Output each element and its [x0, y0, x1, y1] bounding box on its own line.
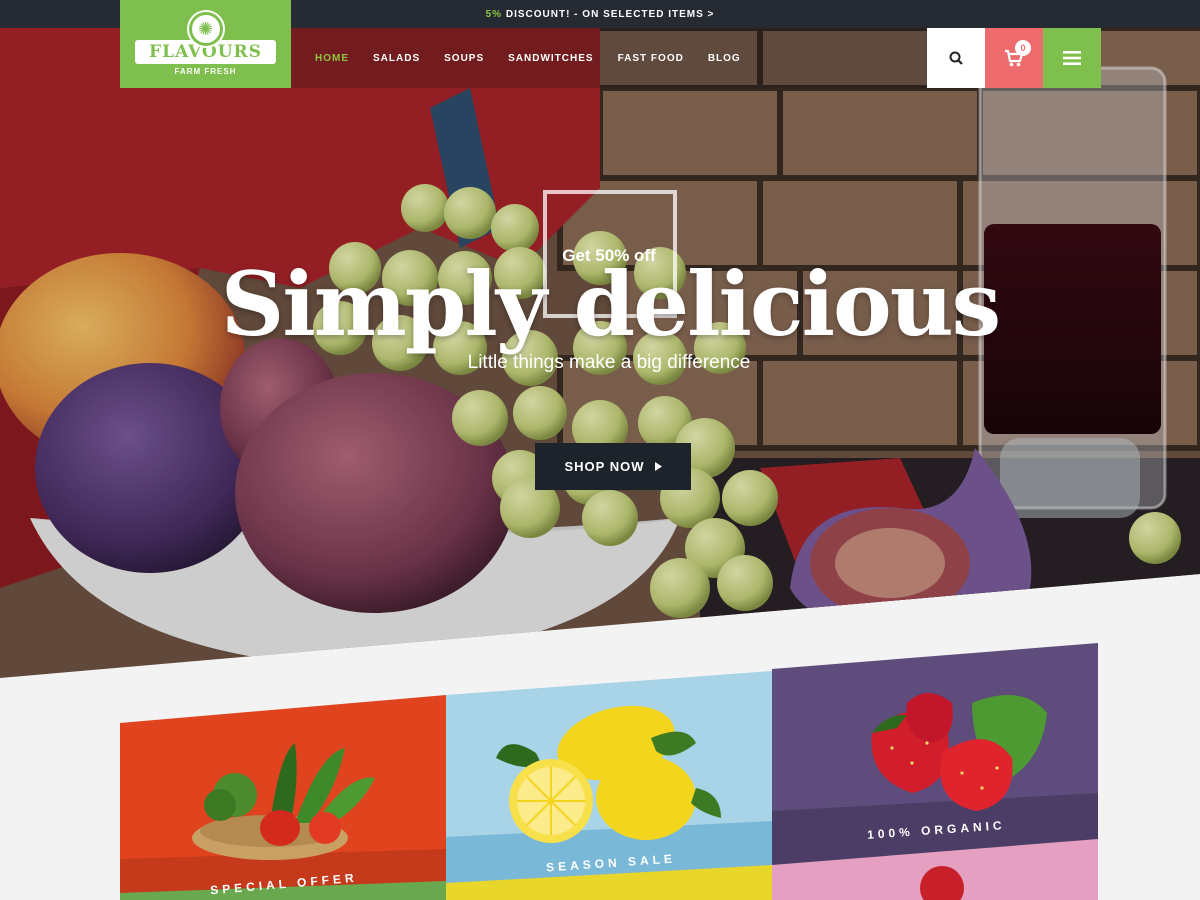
tile-special-offer[interactable]: SPECIAL OFFER [120, 643, 446, 900]
nav-item-blog[interactable]: BLOG [708, 53, 741, 64]
nav-item-sandwitches[interactable]: SANDWITCHES [508, 53, 593, 64]
hero-subtitle: Little things make a big difference [467, 352, 751, 373]
hero-title: Simply delicious [220, 252, 1001, 356]
promo-link[interactable]: 5% DISCOUNT! - ON SELECTED ITEMS > [486, 9, 715, 20]
main-nav: HOME SALADS SOUPS SANDWITCHES FAST FOOD … [291, 28, 927, 88]
cart-count-badge: 0 [1015, 40, 1031, 56]
hamburger-icon [1063, 51, 1081, 65]
caret-right-icon [654, 462, 662, 471]
tile-special-offer-art [120, 695, 446, 900]
tile-season-sale[interactable]: SEASON SALE [446, 643, 772, 900]
shop-now-label: SHOP NOW [564, 459, 645, 474]
search-icon [949, 51, 963, 65]
nav-item-soups[interactable]: SOUPS [444, 53, 484, 64]
promo-text: DISCOUNT! - ON SELECTED ITEMS > [502, 8, 715, 20]
nav-item-fast-food[interactable]: FAST FOOD [618, 53, 684, 64]
cart-button[interactable]: 0 [985, 28, 1043, 88]
nav-item-salads[interactable]: SALADS [373, 53, 420, 64]
search-button[interactable] [927, 28, 985, 88]
brand-logo[interactable]: ✺ FLAVOURS FARM FRESH [120, 0, 291, 88]
shop-now-button[interactable]: SHOP NOW [535, 443, 691, 490]
category-tiles: SPECIAL OFFER SEASON SALE 100% ORGANIC [120, 643, 1098, 900]
lemon-icon: ✺ [188, 12, 223, 46]
tile-100-organic[interactable]: 100% ORGANIC [772, 643, 1098, 900]
promo-discount: 5% [485, 8, 503, 20]
tile-100-organic-art [772, 643, 1098, 900]
brand-tagline: FARM FRESH [174, 67, 237, 76]
menu-button[interactable] [1043, 28, 1101, 88]
nav-item-home[interactable]: HOME [315, 53, 349, 64]
